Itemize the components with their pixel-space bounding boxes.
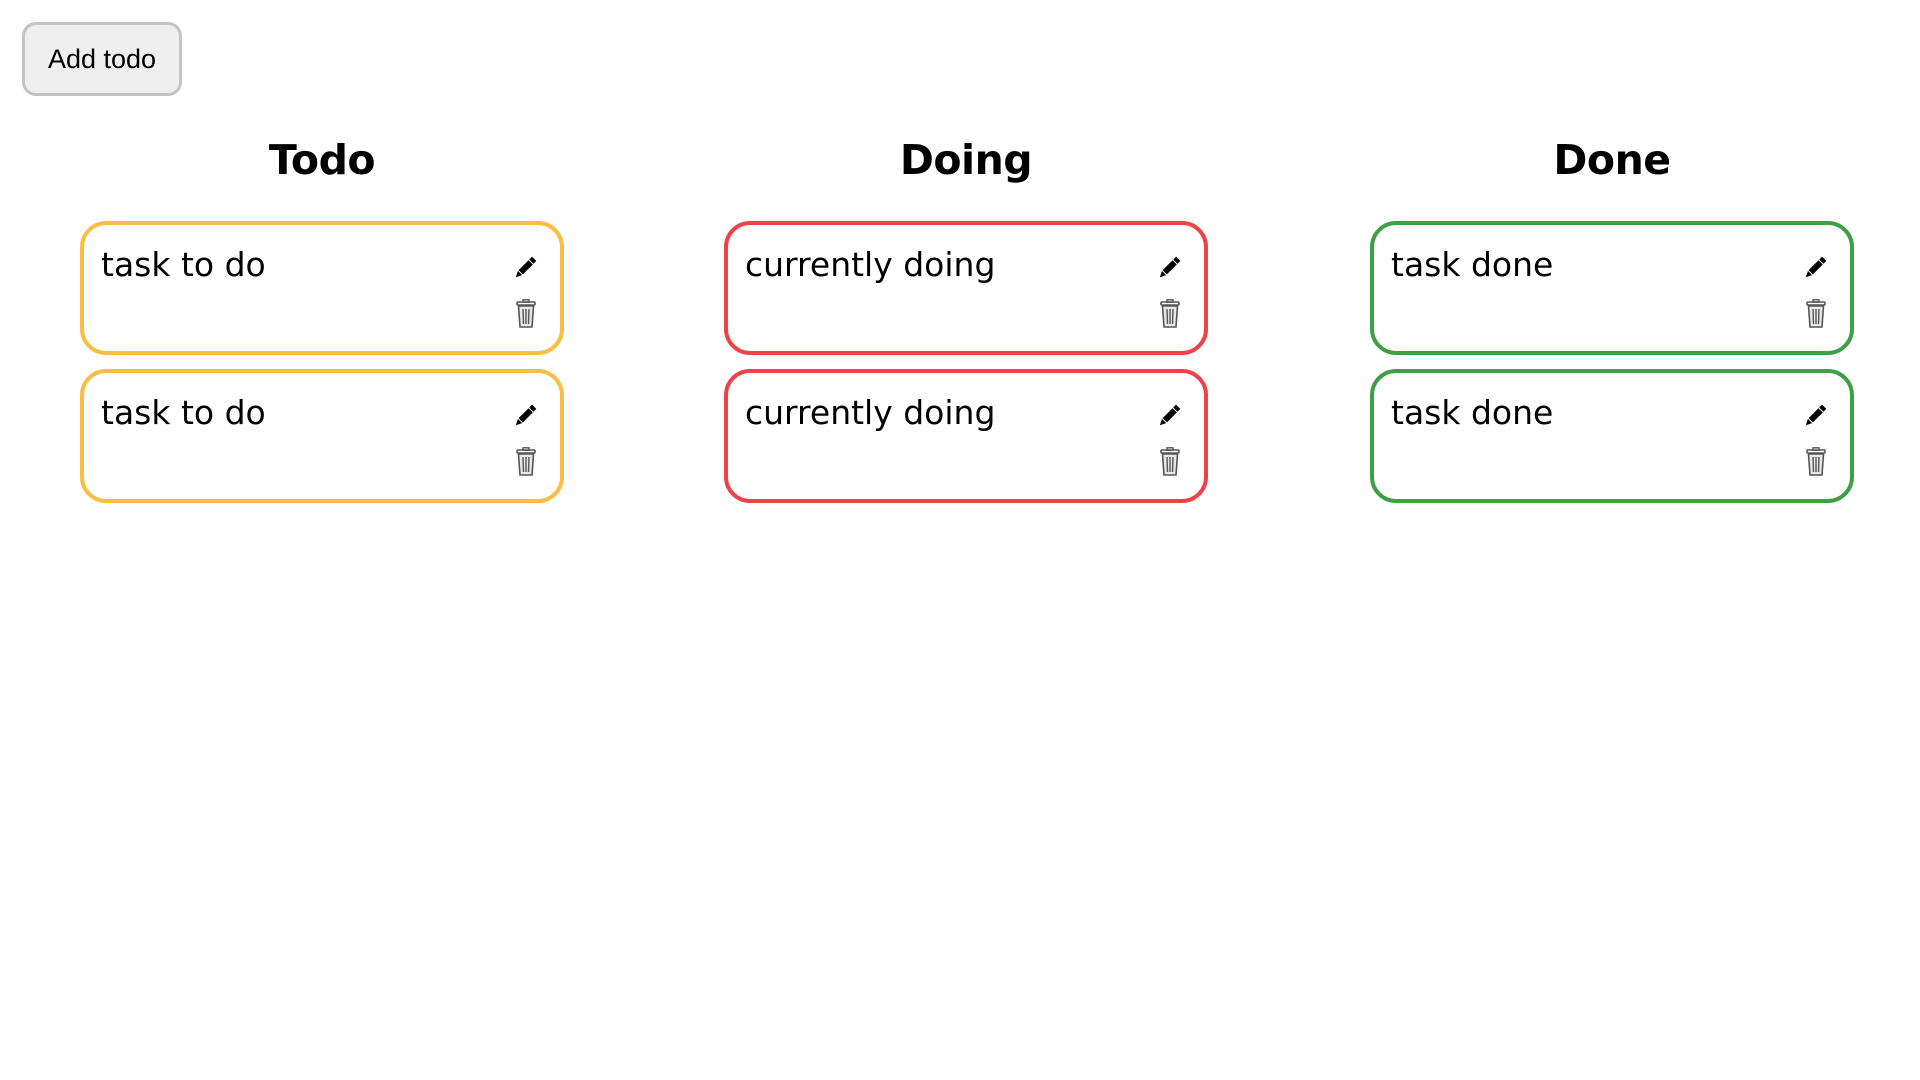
pencil-icon[interactable] — [1154, 401, 1184, 431]
done-card[interactable]: task done — [1370, 221, 1854, 355]
card-list: currently doing currently doing — [724, 221, 1208, 517]
trash-icon[interactable] — [1158, 299, 1182, 329]
card-text: task done — [1391, 245, 1554, 284]
trash-icon[interactable] — [1804, 299, 1828, 329]
todo-card[interactable]: task to do — [80, 369, 564, 503]
doing-card[interactable]: currently doing — [724, 221, 1208, 355]
card-list: task to do task to do — [80, 221, 564, 517]
trash-icon[interactable] — [514, 447, 538, 477]
trash-icon[interactable] — [1158, 447, 1182, 477]
column-todo: Todo task to do task to do — [80, 132, 564, 503]
card-text: task to do — [101, 393, 266, 432]
pencil-icon[interactable] — [510, 253, 540, 283]
column-title: Doing — [899, 136, 1033, 184]
column-title: Done — [1553, 136, 1671, 184]
app: Add todo Todo task to do task to do Doin… — [0, 0, 1920, 1080]
add-todo-button[interactable]: Add todo — [22, 22, 182, 96]
pencil-icon[interactable] — [1800, 253, 1830, 283]
doing-card[interactable]: currently doing — [724, 369, 1208, 503]
trash-icon[interactable] — [1804, 447, 1828, 477]
pencil-icon[interactable] — [510, 401, 540, 431]
column-doing: Doing currently doing currently doing — [724, 132, 1208, 503]
card-text: currently doing — [745, 393, 996, 432]
column-done: Done task done task done — [1370, 132, 1854, 503]
pencil-icon[interactable] — [1154, 253, 1184, 283]
card-text: task to do — [101, 245, 266, 284]
todo-card[interactable]: task to do — [80, 221, 564, 355]
card-text: task done — [1391, 393, 1554, 432]
card-text: currently doing — [745, 245, 996, 284]
pencil-icon[interactable] — [1800, 401, 1830, 431]
trash-icon[interactable] — [514, 299, 538, 329]
column-title: Todo — [268, 136, 376, 184]
card-list: task done task done — [1370, 221, 1854, 517]
done-card[interactable]: task done — [1370, 369, 1854, 503]
